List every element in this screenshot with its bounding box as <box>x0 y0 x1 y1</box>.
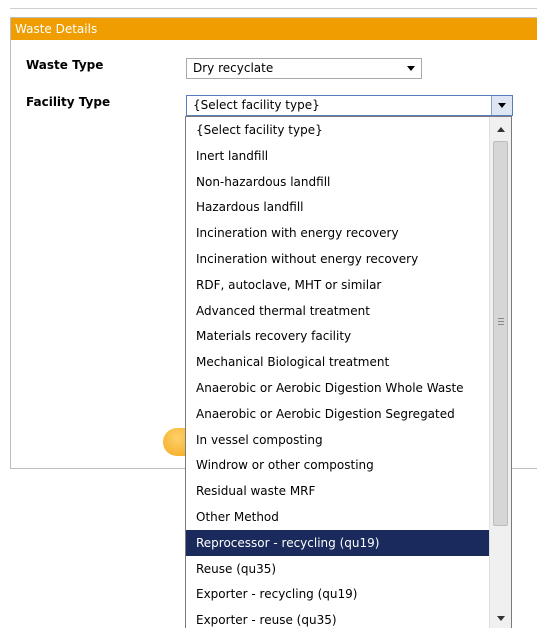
grip-icon <box>498 318 504 327</box>
scroll-thumb[interactable] <box>493 141 508 526</box>
dropdown-option[interactable]: Reprocessor - recycling (qu19) <box>186 529 489 556</box>
dropdown-option[interactable]: In vessel composting <box>186 427 489 453</box>
panel-title: Waste Details <box>11 18 537 40</box>
dropdown-option[interactable]: Incineration with energy recovery <box>186 220 489 246</box>
dropdown-option[interactable]: Reuse (qu35) <box>186 556 489 582</box>
dropdown-option[interactable]: Advanced thermal treatment <box>186 298 489 324</box>
chevron-down-icon[interactable] <box>401 59 421 78</box>
dropdown-option[interactable]: Residual waste MRF <box>186 478 489 504</box>
dropdown-option[interactable]: Non-hazardous landfill <box>186 169 489 195</box>
dropdown-option[interactable]: Anaerobic or Aerobic Digestion Segregate… <box>186 401 489 427</box>
dropdown-option[interactable]: Other Method <box>186 504 489 530</box>
dropdown-option[interactable]: Exporter - recycling (qu19) <box>186 581 489 607</box>
dropdown-option[interactable]: Materials recovery facility <box>186 323 489 349</box>
waste-type-value: Dry recyclate <box>193 61 274 75</box>
dropdown-scrollbar[interactable] <box>489 117 511 628</box>
scroll-up-icon[interactable] <box>490 119 511 139</box>
dropdown-option[interactable]: Windrow or other composting <box>186 452 489 478</box>
chevron-down-icon[interactable] <box>491 96 512 115</box>
scroll-down-icon[interactable] <box>490 608 511 628</box>
dropdown-option[interactable]: Inert landfill <box>186 143 489 169</box>
dropdown-option[interactable]: RDF, autoclave, MHT or similar <box>186 272 489 298</box>
dropdown-option[interactable]: Exporter - reuse (qu35) <box>186 607 489 628</box>
facility-type-dropdown-list[interactable]: {Select facility type} Inert landfill Non-… <box>185 116 512 628</box>
top-divider <box>10 8 537 9</box>
waste-type-select[interactable]: Dry recyclate <box>186 58 422 79</box>
dropdown-option[interactable]: Hazardous landfill <box>186 194 489 220</box>
waste-type-label: Waste Type <box>26 58 104 72</box>
dropdown-option[interactable]: {Select facility type} <box>186 117 489 143</box>
dropdown-option[interactable]: Mechanical Biological treatment <box>186 349 489 375</box>
dropdown-option[interactable]: Anaerobic or Aerobic Digestion Whole Was… <box>186 375 489 401</box>
facility-type-label: Facility Type <box>26 95 111 109</box>
facility-type-select[interactable]: {Select facility type} <box>186 95 513 116</box>
facility-type-value: {Select facility type} <box>193 98 320 112</box>
dropdown-option[interactable]: Incineration without energy recovery <box>186 246 489 272</box>
